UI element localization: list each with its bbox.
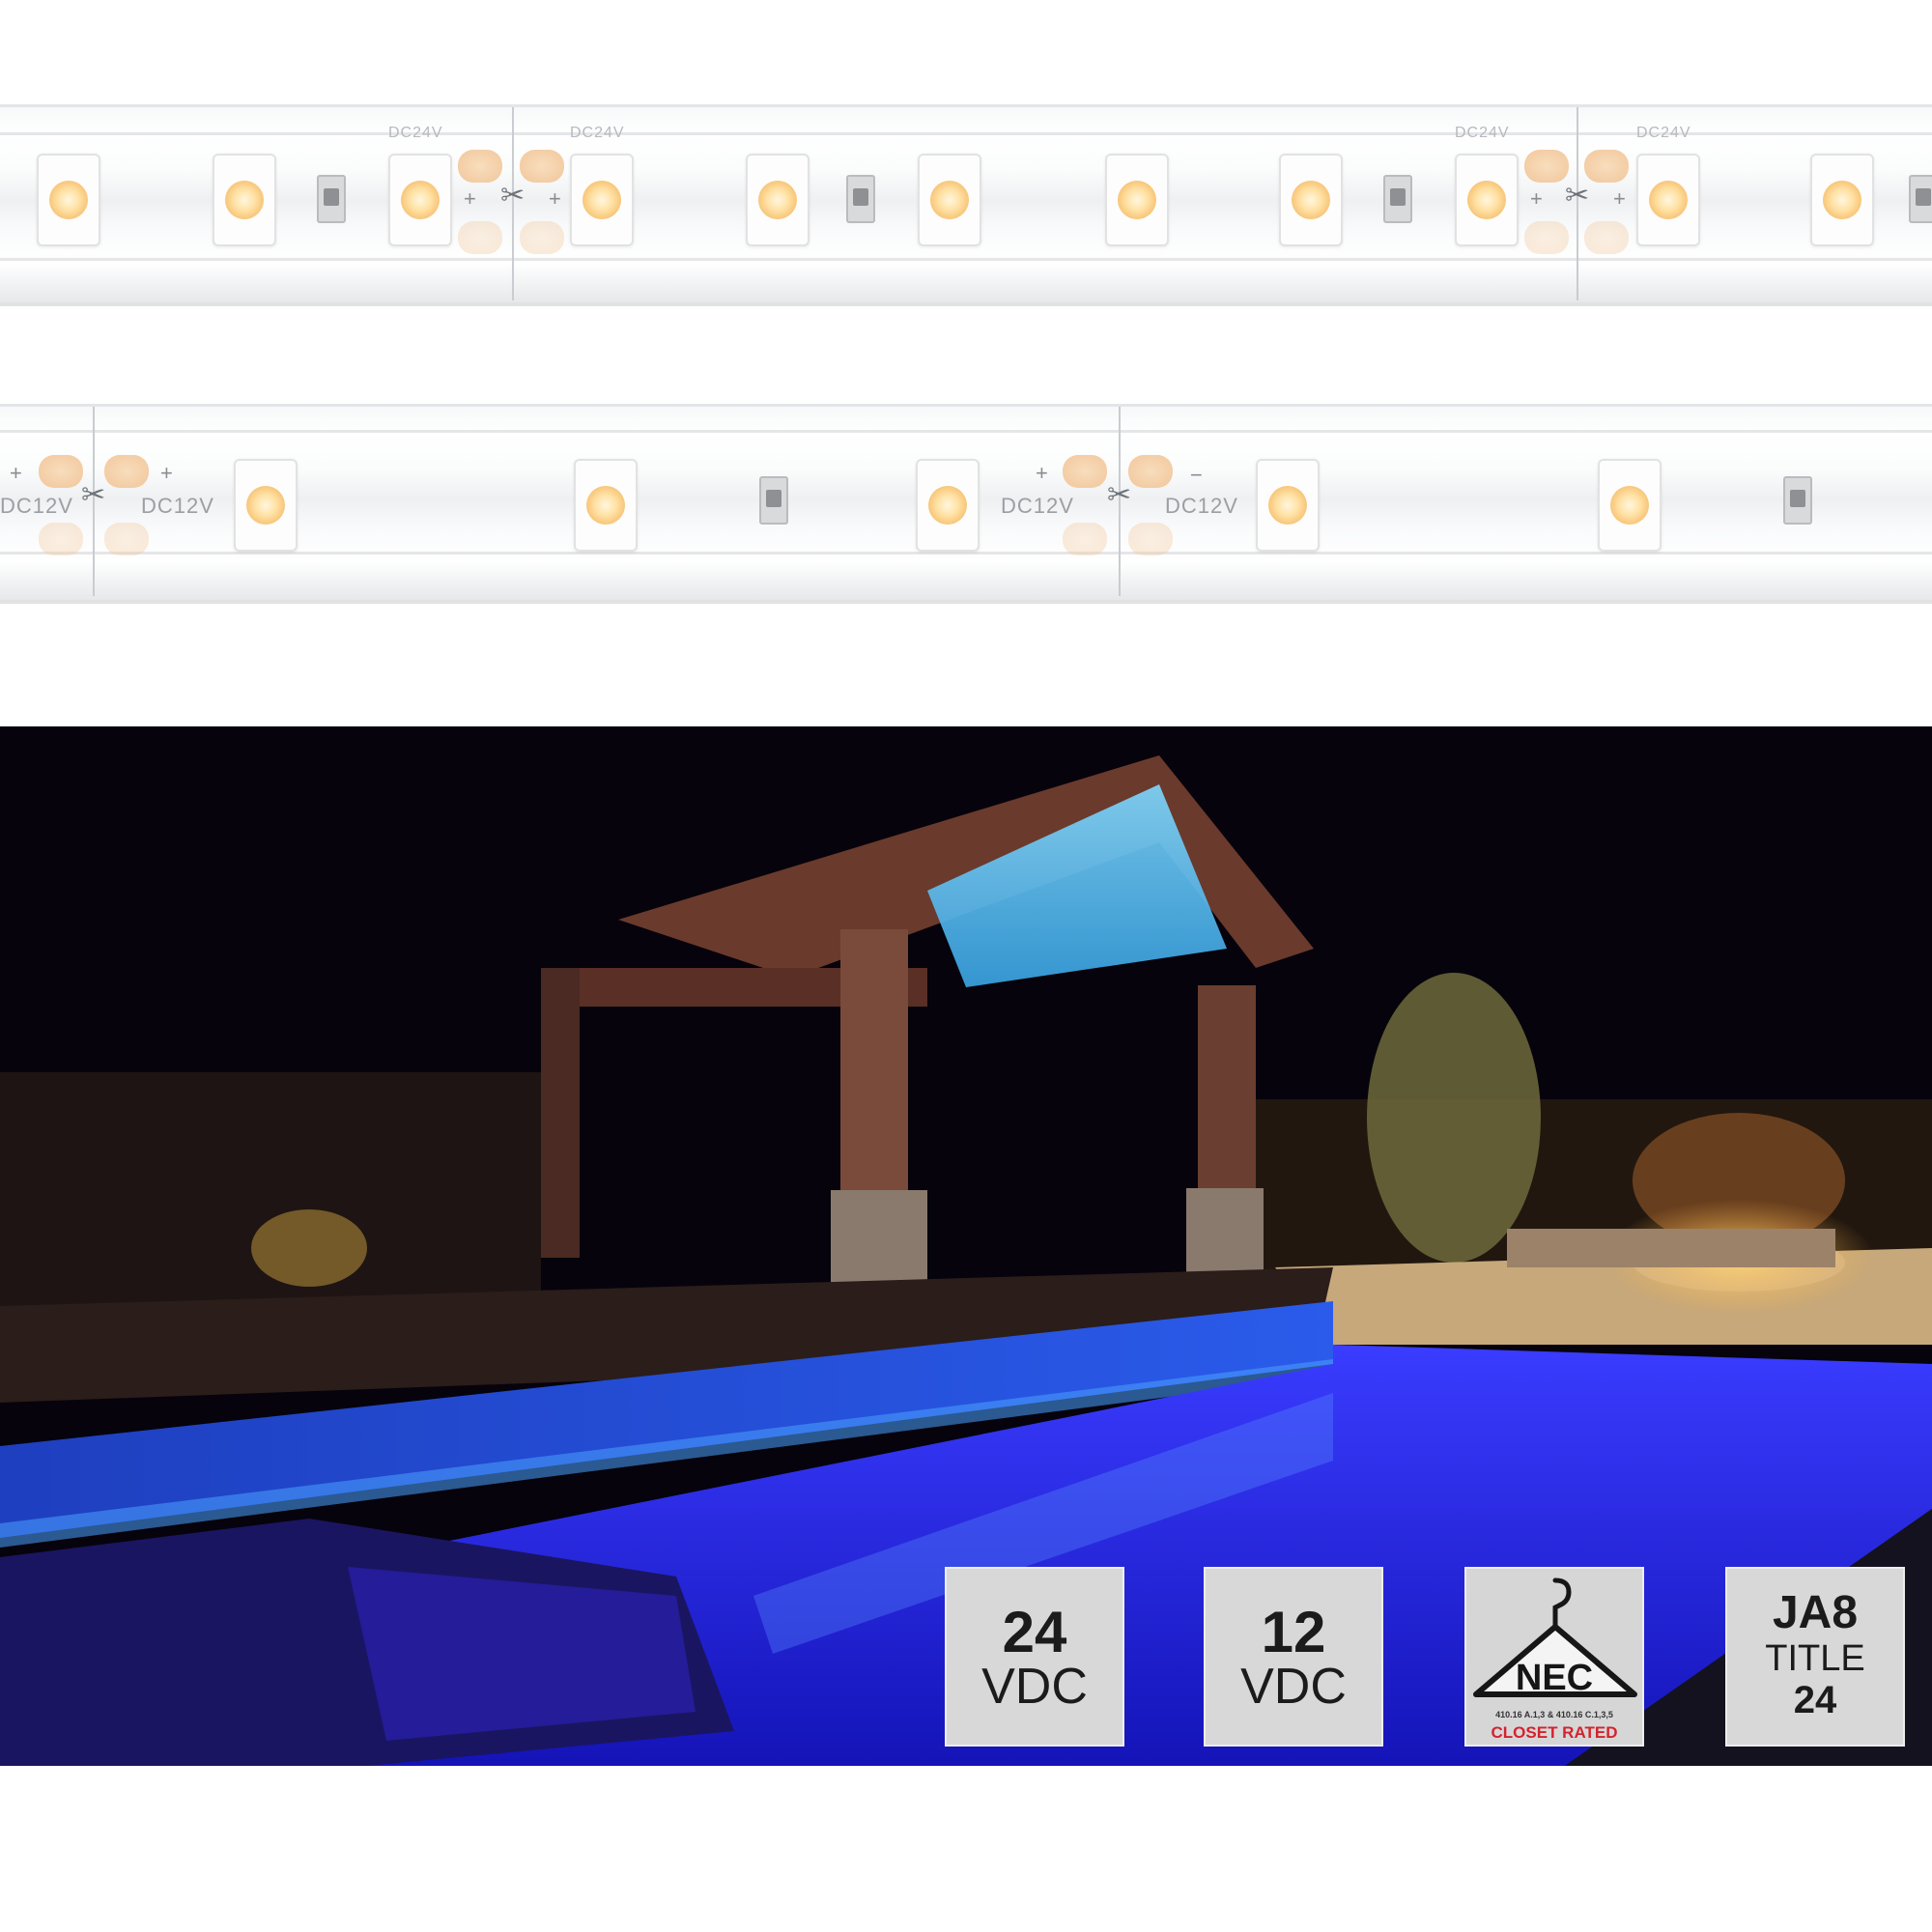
minus-sign: −	[1190, 463, 1203, 487]
resistor	[1383, 175, 1412, 223]
closet-rated-label: CLOSET RATED	[1491, 1723, 1618, 1742]
led-chip	[1636, 154, 1700, 246]
title-number: 24	[1793, 1679, 1837, 1721]
solder-pad	[1524, 150, 1569, 183]
led-chip	[918, 154, 981, 246]
plus-sign: +	[549, 186, 561, 211]
badge-nec-closet-rated: NEC 410.16 A.1,3 & 410.16 C.1,3,5 CLOSET…	[1464, 1567, 1644, 1747]
plus-sign: +	[160, 461, 173, 485]
badge-voltage-value: 24	[1002, 1600, 1067, 1664]
voltage-label: DC12V	[1001, 494, 1074, 518]
solder-pad	[1584, 150, 1629, 183]
plus-sign: +	[1530, 186, 1543, 211]
badge-voltage-value: 12	[1261, 1600, 1326, 1664]
scissors-icon: ✂	[81, 479, 106, 511]
solder-pad	[104, 455, 149, 488]
solder-pad	[458, 221, 502, 254]
solder-pad	[39, 455, 83, 488]
voltage-label: DC24V	[570, 125, 625, 141]
voltage-label: DC24V	[1636, 125, 1691, 141]
solder-pad	[1063, 455, 1107, 488]
led-chip	[916, 459, 980, 552]
scissors-icon: ✂	[500, 180, 526, 212]
resistor	[1783, 476, 1812, 525]
voltage-label: DC24V	[388, 125, 443, 141]
pcb-edge-line	[0, 430, 1932, 433]
solder-pad	[520, 221, 564, 254]
voltage-label: DC12V	[1165, 494, 1238, 518]
solder-pad	[520, 150, 564, 183]
led-chip	[570, 154, 634, 246]
resistor	[846, 175, 875, 223]
pcb-edge-line	[0, 258, 1932, 261]
led-chip	[1598, 459, 1662, 552]
plus-sign: +	[1613, 186, 1626, 211]
resistor	[759, 476, 788, 525]
voltage-label: DC12V	[0, 494, 73, 518]
led-chip	[388, 154, 452, 246]
plus-sign: +	[464, 186, 476, 211]
nec-code: 410.16 A.1,3 & 410.16 C.1,3,5	[1495, 1710, 1613, 1719]
resistor	[1909, 175, 1932, 223]
resistor	[317, 175, 346, 223]
pcb-edge-line	[0, 552, 1932, 554]
ja8-label: JA8	[1772, 1587, 1859, 1638]
solder-pad	[1063, 523, 1107, 555]
led-chip	[1810, 154, 1874, 246]
solder-pad	[1584, 221, 1629, 254]
led-chip	[213, 154, 276, 246]
solder-pad	[39, 523, 83, 555]
badge-12vdc: 12 VDC	[1204, 1567, 1383, 1747]
plus-sign: +	[1036, 461, 1048, 485]
plus-sign: +	[10, 461, 22, 485]
led-strip-24v: + ✂ + DC24V DC24V + ✂ + DC24V DC24V	[0, 104, 1932, 306]
title-label: TITLE	[1765, 1638, 1865, 1679]
nec-label: NEC	[1515, 1658, 1594, 1698]
scissors-icon: ✂	[1565, 180, 1590, 212]
solder-pad	[1128, 455, 1173, 488]
solder-pad	[104, 523, 149, 555]
scissors-icon: ✂	[1107, 479, 1132, 511]
voltage-label: DC24V	[1455, 125, 1510, 141]
led-chip	[1455, 154, 1519, 246]
solder-pad	[1128, 523, 1173, 555]
badge-24vdc: 24 VDC	[945, 1567, 1124, 1747]
led-strip-12v: + DC12V ✂ + DC12V + DC12V ✂ − DC12V	[0, 404, 1932, 604]
led-chip	[1105, 154, 1169, 246]
solder-pad	[1524, 221, 1569, 254]
badge-voltage-unit: VDC	[981, 1659, 1088, 1715]
led-chip	[1279, 154, 1343, 246]
led-chip	[746, 154, 810, 246]
solder-pad	[458, 150, 502, 183]
badge-voltage-unit: VDC	[1240, 1659, 1347, 1715]
led-chip	[1256, 459, 1320, 552]
led-chip	[574, 459, 638, 552]
badge-ja8-title24: JA8 TITLE 24	[1725, 1567, 1905, 1747]
voltage-label: DC12V	[141, 494, 214, 518]
led-chip	[37, 154, 100, 246]
led-chip	[234, 459, 298, 552]
